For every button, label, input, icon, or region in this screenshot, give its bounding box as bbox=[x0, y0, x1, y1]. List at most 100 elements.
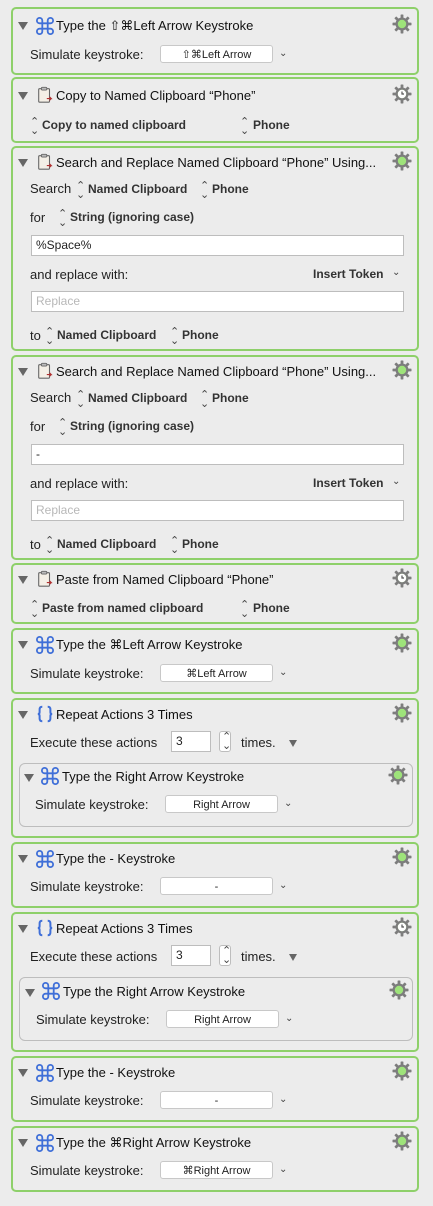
gear-icon[interactable] bbox=[392, 151, 412, 171]
gear-icon[interactable] bbox=[392, 633, 412, 653]
dest-type-select[interactable]: Named Clipboard bbox=[57, 537, 156, 551]
count-stepper[interactable]: ⌃ ⌄ bbox=[219, 945, 231, 966]
search-clip-select[interactable]: Phone bbox=[212, 182, 249, 196]
keystroke-field[interactable]: ⌘Left Arrow bbox=[160, 664, 273, 682]
action-keystroke-cmd-right[interactable]: Type the ⌘Right Arrow Keystroke Simulate… bbox=[11, 1126, 419, 1192]
updown-icon: ⌃ ⌄ bbox=[76, 180, 86, 201]
chevron-down-icon[interactable]: ⌄ bbox=[279, 880, 287, 891]
repeat-count-input[interactable]: 3 bbox=[171, 945, 211, 966]
chevron-down-icon[interactable]: ⌄ bbox=[279, 48, 287, 59]
clipboard-mode-select[interactable]: Paste from named clipboard bbox=[42, 601, 203, 615]
simulate-keystroke-label: Simulate keystroke: bbox=[36, 1012, 150, 1027]
action-repeat[interactable]: Repeat Actions 3 Times Execute these act… bbox=[11, 912, 419, 1052]
gear-icon[interactable] bbox=[392, 847, 412, 867]
replace-with-label: and replace with: bbox=[30, 476, 129, 491]
action-keystroke-dash[interactable]: Type the - Keystroke Simulate keystroke:… bbox=[11, 1056, 419, 1122]
disclosure-triangle-icon[interactable] bbox=[18, 1069, 28, 1077]
keystroke-field[interactable]: Right Arrow bbox=[165, 795, 278, 813]
keystroke-field[interactable]: - bbox=[160, 1091, 273, 1109]
execute-label: Execute these actions bbox=[30, 949, 158, 964]
execute-label: Execute these actions bbox=[30, 735, 158, 750]
search-source-select[interactable]: Named Clipboard bbox=[88, 182, 187, 196]
gear-icon[interactable] bbox=[392, 360, 412, 380]
command-icon bbox=[36, 17, 54, 35]
insert-token-button[interactable]: Insert Token bbox=[313, 267, 383, 281]
braces-icon bbox=[36, 705, 54, 723]
action-paste-from-named-clipboard[interactable]: Paste from Named Clipboard “Phone” ⌃ ⌄ Pa… bbox=[11, 563, 419, 624]
search-source-select[interactable]: Named Clipboard bbox=[88, 391, 187, 405]
times-label: times. bbox=[241, 735, 276, 750]
action-title: Type the - Keystroke bbox=[56, 851, 176, 866]
nested-action-keystroke[interactable]: Type the Right Arrow Keystroke Simulate … bbox=[19, 763, 413, 827]
replace-input[interactable]: Replace bbox=[31, 291, 404, 312]
keystroke-field[interactable]: ⇧⌘Left Arrow bbox=[160, 45, 273, 63]
gear-icon[interactable] bbox=[392, 84, 412, 104]
disclosure-triangle-icon[interactable] bbox=[18, 641, 28, 649]
action-search-replace-1[interactable]: Search and Replace Named Clipboard “Phon… bbox=[11, 146, 419, 351]
dest-clip-select[interactable]: Phone bbox=[182, 537, 219, 551]
gear-icon[interactable] bbox=[389, 980, 409, 1000]
to-label: to bbox=[30, 328, 41, 343]
gear-icon[interactable] bbox=[392, 1061, 412, 1081]
search-clip-select[interactable]: Phone bbox=[212, 391, 249, 405]
disclosure-triangle-icon[interactable] bbox=[24, 774, 34, 782]
gear-icon[interactable] bbox=[388, 765, 408, 785]
search-input[interactable]: - bbox=[31, 444, 404, 465]
chevron-down-icon[interactable]: ⌄ bbox=[279, 1164, 287, 1175]
clipboard-name-select[interactable]: Phone bbox=[253, 118, 290, 132]
dest-clip-select[interactable]: Phone bbox=[182, 328, 219, 342]
gear-icon[interactable] bbox=[392, 568, 412, 588]
match-type-select[interactable]: String (ignoring case) bbox=[70, 210, 194, 224]
replace-input[interactable]: Replace bbox=[31, 500, 404, 521]
disclosure-triangle-icon[interactable] bbox=[18, 925, 28, 933]
search-input[interactable]: %Space% bbox=[31, 235, 404, 256]
action-keystroke-dash[interactable]: Type the - Keystroke Simulate keystroke:… bbox=[11, 842, 419, 908]
repeat-count-input[interactable]: 3 bbox=[171, 731, 211, 752]
disclosure-triangle-icon[interactable] bbox=[18, 159, 28, 167]
keystroke-field[interactable]: ⌘Right Arrow bbox=[160, 1161, 273, 1179]
insert-token-button[interactable]: Insert Token bbox=[313, 476, 383, 490]
action-title: Search and Replace Named Clipboard “Phon… bbox=[56, 155, 377, 170]
disclosure-triangle-icon[interactable] bbox=[18, 368, 28, 376]
chevron-down-icon[interactable]: ⌄ bbox=[279, 1094, 287, 1105]
disclosure-triangle-icon[interactable] bbox=[18, 22, 28, 30]
clipboard-icon bbox=[36, 86, 54, 104]
action-keystroke-cmd-left[interactable]: Type the ⌘Left Arrow Keystroke Simulate … bbox=[11, 628, 419, 694]
disclosure-triangle-icon[interactable] bbox=[18, 1139, 28, 1147]
command-icon bbox=[36, 1064, 54, 1082]
nested-actions-container: Type the Right Arrow Keystroke Simulate … bbox=[19, 977, 413, 1041]
chevron-down-icon[interactable]: ⌄ bbox=[279, 667, 287, 678]
disclosure-triangle-icon[interactable] bbox=[18, 92, 28, 100]
updown-icon: ⌃ ⌄ bbox=[170, 535, 180, 556]
action-copy-to-named-clipboard[interactable]: Copy to Named Clipboard “Phone” ⌃ ⌄ Copy … bbox=[11, 77, 419, 143]
clipboard-mode-select[interactable]: Copy to named clipboard bbox=[42, 118, 186, 132]
chevron-down-icon[interactable]: ⌄ bbox=[284, 798, 292, 809]
disclosure-triangle-icon[interactable] bbox=[18, 855, 28, 863]
chevron-down-icon[interactable]: ⌄ bbox=[392, 476, 400, 487]
action-search-replace-2[interactable]: Search and Replace Named Clipboard “Phon… bbox=[11, 355, 419, 560]
action-repeat[interactable]: Repeat Actions 3 Times Execute these act… bbox=[11, 698, 419, 838]
count-stepper[interactable]: ⌃ ⌄ bbox=[219, 731, 231, 752]
dest-type-select[interactable]: Named Clipboard bbox=[57, 328, 156, 342]
keystroke-field[interactable]: Right Arrow bbox=[166, 1010, 279, 1028]
chevron-down-icon[interactable]: ⌄ bbox=[392, 267, 400, 278]
updown-icon: ⌃ ⌄ bbox=[222, 731, 232, 752]
gear-icon[interactable] bbox=[392, 917, 412, 937]
chevron-down-icon[interactable]: ⌄ bbox=[285, 1013, 293, 1024]
updown-icon: ⌃ ⌄ bbox=[240, 116, 250, 137]
updown-icon: ⌃ ⌄ bbox=[58, 417, 68, 438]
disclosure-triangle-icon[interactable] bbox=[25, 989, 35, 997]
updown-icon: ⌃ ⌄ bbox=[76, 389, 86, 410]
keystroke-field[interactable]: - bbox=[160, 877, 273, 895]
disclosure-triangle-icon[interactable] bbox=[18, 576, 28, 584]
gear-icon[interactable] bbox=[392, 14, 412, 34]
command-icon bbox=[36, 636, 54, 654]
gear-icon[interactable] bbox=[392, 1131, 412, 1151]
clipboard-name-select[interactable]: Phone bbox=[253, 601, 290, 615]
dropdown-triangle-icon[interactable] bbox=[289, 954, 297, 961]
gear-icon[interactable] bbox=[392, 703, 412, 723]
action-keystroke-shift-cmd-left[interactable]: Type the ⇧⌘Left Arrow Keystroke Simulate… bbox=[11, 7, 419, 75]
dropdown-triangle-icon[interactable] bbox=[289, 740, 297, 747]
disclosure-triangle-icon[interactable] bbox=[18, 711, 28, 719]
match-type-select[interactable]: String (ignoring case) bbox=[70, 419, 194, 433]
